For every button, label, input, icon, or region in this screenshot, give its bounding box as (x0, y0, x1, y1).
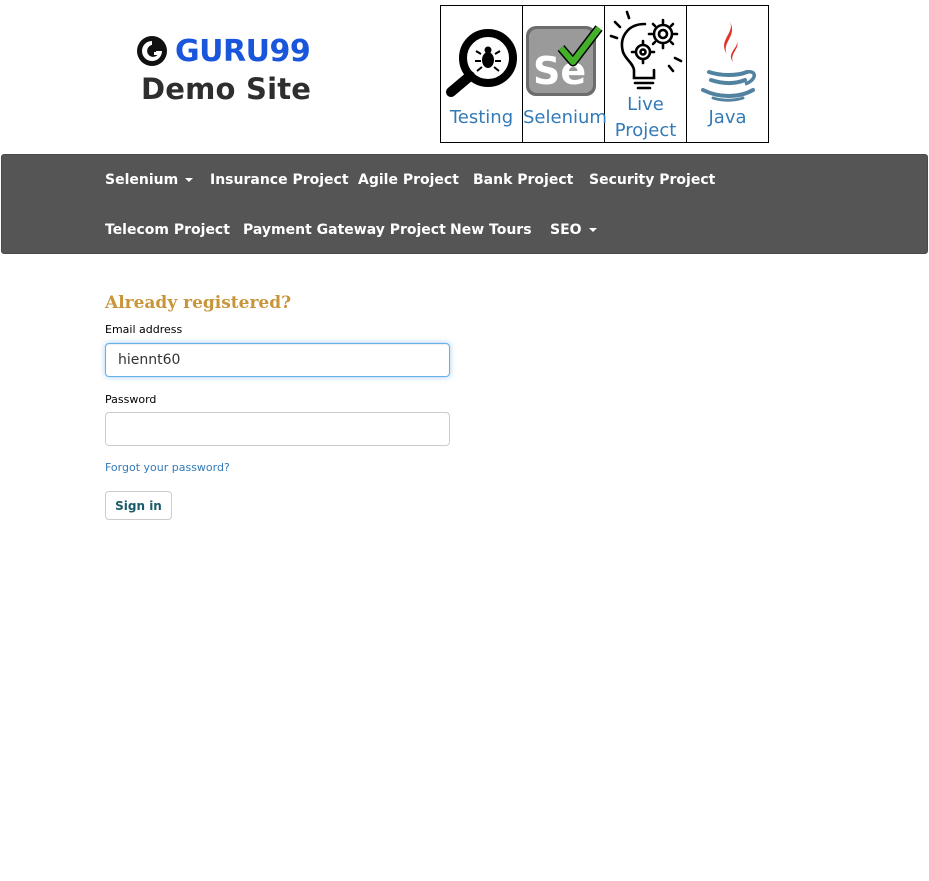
guru99-logo-icon (137, 36, 167, 66)
nav-selenium-dropdown[interactable]: Selenium (105, 171, 194, 189)
main-navbar: Selenium Insurance Project Agile Project… (1, 154, 928, 254)
nav-agile-project[interactable]: Agile Project (358, 171, 459, 189)
course-cell-live-project[interactable]: Live Project (604, 5, 687, 143)
nav-security-project[interactable]: Security Project (589, 171, 715, 189)
course-cell-java[interactable]: Java (686, 5, 769, 143)
email-label: Email address (105, 323, 183, 336)
course-link-live-project[interactable]: Live Project (605, 6, 686, 142)
course-cell-testing[interactable]: Testing (440, 5, 523, 143)
course-cell-selenium[interactable]: Se Selenium (522, 5, 607, 143)
guru99-logo[interactable]: GURU99 Demo Site (136, 30, 336, 106)
login-title: Already registered? (105, 293, 292, 313)
nav-seo-label: SEO (550, 222, 582, 238)
course-link-selenium[interactable]: Se Selenium (523, 6, 607, 142)
password-field[interactable] (105, 412, 450, 446)
course-label-selenium: Selenium (523, 107, 607, 128)
java-icon (700, 20, 756, 102)
course-label-project: Project (614, 120, 677, 141)
nav-telecom-project[interactable]: Telecom Project (105, 221, 230, 239)
selenium-icon: Se (525, 25, 603, 96)
course-links-table: Testing Se Selenium Live Project Java (440, 5, 769, 143)
email-field[interactable] (105, 343, 450, 377)
nav-new-tours[interactable]: New Tours (450, 221, 532, 239)
caret-down-icon (588, 228, 597, 232)
sign-in-button[interactable]: Sign in (105, 491, 172, 520)
logo-text: GURU99 (175, 33, 311, 69)
course-link-java[interactable]: Java (687, 6, 768, 142)
course-label-live: Live (627, 94, 664, 115)
nav-selenium-label: Selenium (105, 172, 179, 188)
course-link-testing[interactable]: Testing (441, 6, 522, 142)
caret-down-icon (185, 178, 194, 182)
lightbulb-gears-icon (609, 10, 682, 90)
nav-payment-gateway-project[interactable]: Payment Gateway Project (243, 221, 446, 239)
nav-bank-project[interactable]: Bank Project (473, 171, 573, 189)
forgot-password-link[interactable]: Forgot your password? (105, 461, 230, 474)
password-label: Password (105, 393, 157, 406)
logo-subtitle: Demo Site (141, 72, 312, 106)
course-label-java: Java (708, 107, 747, 128)
header: GURU99 Demo Site Testing Se Selenium Liv… (0, 0, 929, 154)
nav-seo-dropdown[interactable]: SEO (550, 221, 597, 239)
nav-insurance-project[interactable]: Insurance Project (210, 171, 349, 189)
magnifier-bug-icon (445, 29, 517, 97)
course-label-testing: Testing (449, 107, 514, 128)
logo-row: GURU99 (136, 30, 336, 72)
